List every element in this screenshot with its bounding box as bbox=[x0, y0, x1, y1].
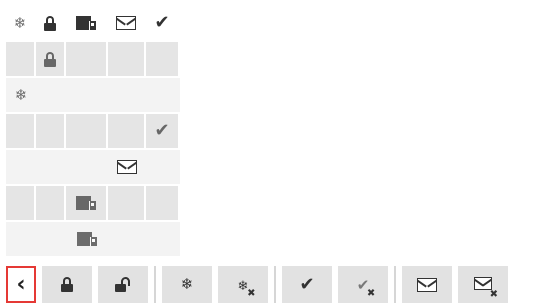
grid-cell[interactable] bbox=[146, 150, 180, 184]
grid-cell[interactable] bbox=[108, 42, 144, 76]
grid-cell[interactable] bbox=[66, 78, 108, 112]
grid-cell[interactable] bbox=[108, 222, 146, 256]
grid-cell[interactable] bbox=[6, 186, 34, 220]
grid-cell[interactable] bbox=[146, 186, 178, 220]
header-lock[interactable] bbox=[36, 6, 64, 40]
lock-icon bbox=[44, 15, 56, 31]
checkmark-x-icon: ✔ ✖ bbox=[356, 276, 376, 300]
grid-cell[interactable] bbox=[36, 222, 66, 256]
toolbar-separator bbox=[154, 266, 156, 303]
header-check[interactable]: ✔ bbox=[146, 6, 178, 40]
table-row[interactable] bbox=[6, 42, 180, 76]
grid-cell[interactable] bbox=[36, 78, 66, 112]
envelope-icon bbox=[417, 277, 437, 292]
lock-icon bbox=[61, 277, 73, 292]
box-icon bbox=[76, 16, 96, 30]
approve-button[interactable]: ✔ bbox=[282, 266, 332, 303]
toolbar-separator bbox=[274, 266, 276, 303]
box-icon bbox=[77, 232, 97, 246]
box-icon bbox=[76, 196, 96, 210]
grid-cell[interactable]: ✔ bbox=[146, 114, 178, 148]
grid-cell[interactable] bbox=[66, 150, 108, 184]
table-row[interactable]: ✔ bbox=[6, 114, 180, 148]
table-row[interactable] bbox=[6, 150, 180, 184]
checkmark-icon: ✔ bbox=[299, 273, 315, 295]
lock-button[interactable] bbox=[42, 266, 92, 303]
grid-cell[interactable] bbox=[146, 42, 178, 76]
unlock-button[interactable] bbox=[98, 266, 148, 303]
chevron-left-icon: ‹ bbox=[16, 272, 26, 297]
grid-cell[interactable] bbox=[108, 150, 146, 184]
unfreeze-button[interactable]: ❄ ✖ bbox=[218, 266, 268, 303]
header-freeze[interactable]: ❄ bbox=[6, 6, 34, 40]
grid-cell[interactable] bbox=[36, 186, 64, 220]
freeze-button[interactable]: ❄ bbox=[162, 266, 212, 303]
grid-cell[interactable] bbox=[6, 42, 34, 76]
header-box[interactable] bbox=[66, 6, 106, 40]
back-button[interactable]: ‹ bbox=[6, 266, 36, 303]
mail-button[interactable] bbox=[402, 266, 452, 303]
grid-header-row: ❄ ✔ bbox=[6, 6, 180, 40]
grid-cell[interactable] bbox=[36, 150, 66, 184]
grid-cell[interactable] bbox=[146, 78, 180, 112]
grid-cell[interactable] bbox=[108, 186, 144, 220]
toolbar-separator bbox=[394, 266, 396, 303]
unmail-button[interactable]: ✖ bbox=[458, 266, 508, 303]
grid-cell[interactable] bbox=[66, 42, 106, 76]
table-row[interactable]: ❄ bbox=[6, 78, 180, 112]
snowflake-x-icon: ❄ ✖ bbox=[237, 279, 256, 299]
grid-cell[interactable] bbox=[108, 114, 144, 148]
snowflake-icon: ❄ bbox=[180, 275, 194, 293]
header-mail[interactable] bbox=[108, 6, 144, 40]
grid-cell[interactable] bbox=[6, 114, 34, 148]
checkmark-icon: ✔ bbox=[154, 12, 170, 33]
envelope-icon bbox=[117, 160, 137, 174]
grid-cell[interactable] bbox=[6, 150, 36, 184]
grid-cell[interactable] bbox=[108, 78, 146, 112]
grid-cell[interactable]: ❄ bbox=[6, 78, 36, 112]
grid-cell[interactable] bbox=[36, 42, 64, 76]
snowflake-icon: ❄ bbox=[13, 13, 27, 32]
checkmark-icon: ✔ bbox=[154, 120, 170, 141]
grid-cell[interactable] bbox=[66, 222, 108, 256]
grid-cell[interactable] bbox=[6, 222, 36, 256]
envelope-icon bbox=[116, 16, 136, 30]
lock-icon bbox=[44, 51, 56, 67]
flag-grid: ❄ ✔ ❄ ✔ bbox=[6, 6, 180, 258]
unlock-icon bbox=[115, 277, 131, 292]
grid-cell[interactable] bbox=[66, 186, 106, 220]
snowflake-icon: ❄ bbox=[14, 85, 28, 104]
action-toolbar: ‹ ❄ ❄ ✖ ✔ ✔ ✖ ✖ bbox=[6, 266, 552, 303]
table-row[interactable] bbox=[6, 222, 180, 256]
table-row[interactable] bbox=[6, 186, 180, 220]
grid-cell[interactable] bbox=[36, 114, 64, 148]
grid-cell[interactable] bbox=[66, 114, 106, 148]
unapprove-button[interactable]: ✔ ✖ bbox=[338, 266, 388, 303]
grid-cell[interactable] bbox=[146, 222, 180, 256]
envelope-x-icon: ✖ bbox=[474, 275, 498, 300]
